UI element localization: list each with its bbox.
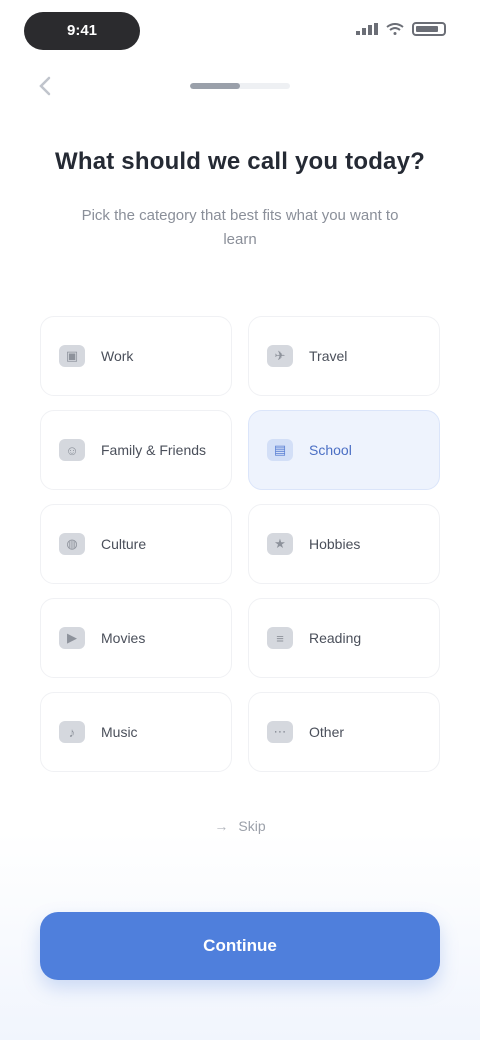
option-label: Culture — [101, 535, 147, 552]
back-button[interactable] — [32, 72, 60, 100]
option-label: Travel — [309, 347, 348, 364]
option-label: Work — [101, 347, 134, 364]
onboarding-screen: 9:41 What should we call you today? Pick… — [0, 0, 480, 1040]
option-card[interactable]: ♪ Music — [40, 692, 232, 772]
progress-bar — [190, 83, 290, 89]
option-label: Reading — [309, 629, 362, 646]
option-label: Music — [101, 723, 138, 740]
option-label: Movies — [101, 629, 146, 646]
option-card[interactable]: ◍ Culture — [40, 504, 232, 584]
progress-fill — [190, 83, 240, 89]
options-grid: ▣ Work ✈ Travel ☺ Family & Friends ▤ School ◍ Cul… — [40, 316, 440, 772]
arrow-icon: → — [214, 818, 229, 834]
option-card[interactable]: ≡ Reading — [248, 598, 440, 678]
option-label: School — [309, 441, 352, 458]
globe-icon: ◍ — [59, 533, 85, 555]
skip-label: Skip — [238, 818, 266, 834]
document-icon: ≡ — [267, 627, 293, 649]
briefcase-icon: ▣ — [59, 345, 85, 367]
signal-icon — [356, 23, 378, 35]
option-card[interactable]: ✈ Travel — [248, 316, 440, 396]
option-card[interactable]: ⋯ Other — [248, 692, 440, 772]
option-label: Family & Friends — [101, 441, 207, 458]
option-label: Hobbies — [309, 535, 361, 552]
status-time: 9:41 — [66, 22, 98, 39]
battery-icon — [412, 22, 446, 36]
skip-link[interactable]: → Skip — [160, 812, 320, 840]
option-label: Other — [309, 723, 345, 740]
book-icon: ▤ — [267, 439, 293, 461]
film-icon: ▶ — [59, 627, 85, 649]
page-subtitle: Pick the category that best fits what yo… — [81, 207, 399, 248]
dots-icon: ⋯ — [267, 721, 293, 743]
users-icon: ☺ — [59, 439, 85, 461]
option-card[interactable]: ▶ Movies — [40, 598, 232, 678]
page-title: What should we call you today? — [54, 148, 426, 175]
plane-icon: ✈ — [267, 345, 293, 367]
music-icon: ♪ — [59, 721, 85, 743]
chevron-left-icon — [39, 76, 51, 96]
dynamic-island: 9:41 — [24, 12, 140, 50]
status-bar: 9:41 — [0, 0, 480, 64]
option-card[interactable]: ▣ Work — [40, 316, 232, 396]
option-card[interactable]: ▤ School — [248, 410, 440, 490]
wifi-icon — [386, 23, 404, 35]
status-icons — [356, 22, 446, 36]
continue-button[interactable]: Continue — [40, 912, 440, 980]
star-icon: ★ — [267, 533, 293, 555]
nav-bar — [0, 64, 480, 108]
option-card[interactable]: ☺ Family & Friends — [40, 410, 232, 490]
option-card[interactable]: ★ Hobbies — [248, 504, 440, 584]
